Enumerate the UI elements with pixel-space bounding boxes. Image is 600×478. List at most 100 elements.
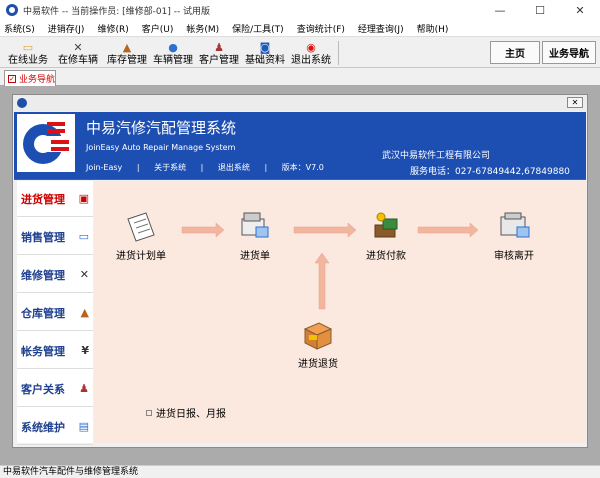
nav-repair-management[interactable]: 维修管理 ✕ bbox=[17, 257, 93, 293]
brand-link: Join-Easy bbox=[86, 163, 123, 172]
maximize-button[interactable]: ☐ bbox=[520, 0, 560, 20]
node-audit-leave[interactable]: 审核离开 bbox=[494, 209, 534, 262]
tab-strip: ✓ 业务导航 bbox=[0, 68, 600, 86]
tools-icon: ✕ bbox=[79, 268, 89, 281]
nav-customer-relations[interactable]: 客户关系 ♟ bbox=[17, 371, 93, 407]
arrow-payment-to-audit bbox=[417, 222, 479, 238]
nav-label: 进货管理 bbox=[21, 192, 65, 206]
warehouse-icon: ▲ bbox=[80, 306, 89, 319]
link-separator: | bbox=[136, 163, 140, 172]
bullet-icon bbox=[146, 409, 152, 416]
customer-management-button[interactable]: ♟ 客户管理 bbox=[196, 39, 242, 67]
company-name: 武汉中易软件工程有限公司 bbox=[382, 151, 491, 161]
online-business-button[interactable]: ▭ 在线业务 bbox=[6, 39, 50, 67]
company-logo bbox=[17, 114, 75, 172]
nav-system-maintenance[interactable]: 系统维护 ▤ bbox=[17, 409, 93, 445]
toolbar-separator bbox=[338, 41, 339, 65]
daily-monthly-report-link[interactable]: 进货日报、月报 bbox=[146, 405, 226, 420]
logo-mark-icon bbox=[23, 122, 69, 164]
audit-icon bbox=[497, 209, 531, 243]
vehicles-in-repair-button[interactable]: ✕ 在修车辆 bbox=[54, 39, 102, 67]
arrow-return-up bbox=[314, 252, 330, 310]
business-nav-button[interactable]: 业务导航 bbox=[542, 41, 596, 64]
menu-repair[interactable]: 维修(R) bbox=[97, 22, 128, 35]
person-icon: ♟ bbox=[214, 41, 224, 54]
basic-data-button[interactable]: ◙ 基础资料 bbox=[242, 39, 288, 67]
nav-label: 维修管理 bbox=[21, 268, 65, 282]
minimize-button[interactable]: — bbox=[480, 0, 520, 20]
service-phone: 服务电话：027-67849442,67849880 bbox=[410, 167, 570, 177]
nav-accounts-management[interactable]: 帐务管理 ¥ bbox=[17, 333, 93, 369]
nav-label: 仓库管理 bbox=[21, 306, 65, 320]
exit-system-button[interactable]: ◉ 退出系统 bbox=[288, 39, 334, 67]
banner-links: Join-Easy | 关于系统 | 退出系统 | 版本：V7.0 bbox=[86, 162, 336, 173]
nav-sales-management[interactable]: 销售管理 ▭ bbox=[17, 219, 93, 255]
node-label: 进货退货 bbox=[298, 359, 338, 370]
tab-label: 业务导航 bbox=[19, 75, 56, 85]
tab-business-nav[interactable]: ✓ 业务导航 bbox=[4, 70, 56, 86]
inventory-management-button[interactable]: ▲ 库存管理 bbox=[104, 39, 150, 67]
document-icon bbox=[124, 209, 158, 243]
system-subtitle: JoinEasy Auto Repair Manage System bbox=[86, 143, 236, 152]
process-flow: 进货计划单 进货单 进货付款 审核离开 进货退货 进货日报、月报 bbox=[94, 181, 586, 443]
business-nav-window: ✕ 中易汽修汽配管理系统 JoinEasy Auto Repair Manage… bbox=[12, 94, 588, 448]
window-controls: — ☐ ✕ bbox=[480, 0, 600, 20]
node-purchase-payment[interactable]: 进货付款 bbox=[366, 209, 406, 262]
order-machine-icon bbox=[238, 209, 272, 243]
menu-bar: 系统(S) 进销存(J) 维修(R) 客户(U) 帐务(M) 保险/工具(T) … bbox=[0, 20, 600, 36]
arrow-plan-to-order bbox=[181, 222, 225, 238]
nav-warehouse-management[interactable]: 仓库管理 ▲ bbox=[17, 295, 93, 331]
menu-accounts[interactable]: 帐务(M) bbox=[186, 22, 219, 35]
nav-label: 帐务管理 bbox=[21, 344, 65, 358]
menu-insurance-tools[interactable]: 保险/工具(T) bbox=[232, 22, 284, 35]
window-title: 中易软件 -- 当前操作员: [维修部-01] -- 试用版 bbox=[23, 6, 211, 17]
person-icon: ♟ bbox=[79, 382, 89, 395]
system-title: 中易汽修汽配管理系统 bbox=[86, 119, 237, 137]
home-button[interactable]: 主页 bbox=[490, 41, 540, 64]
exit-link[interactable]: 退出系统 bbox=[218, 163, 250, 172]
toolbar: ▭ 在线业务 ✕ 在修车辆 ▲ 库存管理 ● 车辆管理 ♟ 客户管理 ◙ 基础资… bbox=[0, 36, 600, 68]
menu-inventory[interactable]: 进销存(J) bbox=[48, 22, 85, 35]
monitor-icon: ▤ bbox=[78, 420, 89, 433]
report-label: 进货日报、月报 bbox=[156, 409, 226, 420]
close-button[interactable]: ✕ bbox=[560, 0, 600, 20]
vehicle-management-button[interactable]: ● 车辆管理 bbox=[150, 39, 196, 67]
title-bar: 中易软件 -- 当前操作员: [维修部-01] -- 试用版 — ☐ ✕ bbox=[0, 0, 600, 20]
app-logo-icon bbox=[6, 4, 18, 16]
car-icon: ● bbox=[168, 41, 178, 54]
warehouse-icon: ▲ bbox=[122, 41, 132, 54]
about-link[interactable]: 关于系统 bbox=[154, 163, 186, 172]
node-purchase-plan[interactable]: 进货计划单 bbox=[116, 209, 166, 262]
menu-manager-query[interactable]: 经理查询(J) bbox=[358, 22, 404, 35]
child-title-bar: ✕ bbox=[13, 95, 587, 111]
nav-label: 客户关系 bbox=[21, 382, 65, 396]
arrow-order-to-payment bbox=[293, 222, 357, 238]
checkmark-icon: ✓ bbox=[8, 74, 16, 83]
side-nav: 进货管理 ▣ 销售管理 ▭ 维修管理 ✕ 仓库管理 ▲ 帐务管理 ¥ 客户关系 … bbox=[17, 181, 93, 445]
app-logo-icon bbox=[17, 98, 27, 108]
node-label: 进货计划单 bbox=[116, 251, 166, 262]
camera-icon: ◙ bbox=[259, 41, 271, 54]
nav-label: 系统维护 bbox=[21, 420, 65, 434]
node-label: 进货付款 bbox=[366, 251, 406, 262]
tools-icon: ✕ bbox=[73, 41, 83, 54]
node-label: 进货单 bbox=[240, 251, 270, 262]
ledger-icon: ¥ bbox=[81, 344, 89, 357]
child-close-button[interactable]: ✕ bbox=[567, 97, 583, 108]
node-purchase-order[interactable]: 进货单 bbox=[238, 209, 272, 262]
version-label: 版本：V7.0 bbox=[281, 163, 324, 172]
banner: 中易汽修汽配管理系统 JoinEasy Auto Repair Manage S… bbox=[14, 112, 586, 180]
nav-inbound-management[interactable]: 进货管理 ▣ bbox=[17, 181, 93, 217]
inbound-icon: ▣ bbox=[78, 192, 89, 205]
menu-query-stats[interactable]: 查询统计(F) bbox=[297, 22, 345, 35]
menu-help[interactable]: 帮助(H) bbox=[417, 22, 449, 35]
link-separator: | bbox=[264, 163, 268, 172]
folder-icon: ▭ bbox=[22, 41, 34, 54]
folder-icon: ▭ bbox=[78, 230, 89, 243]
node-purchase-return[interactable]: 进货退货 bbox=[298, 317, 338, 370]
link-separator: | bbox=[200, 163, 204, 172]
nav-label: 销售管理 bbox=[21, 230, 65, 244]
menu-system[interactable]: 系统(S) bbox=[4, 22, 35, 35]
menu-customer[interactable]: 客户(U) bbox=[142, 22, 174, 35]
payment-icon bbox=[369, 209, 403, 243]
